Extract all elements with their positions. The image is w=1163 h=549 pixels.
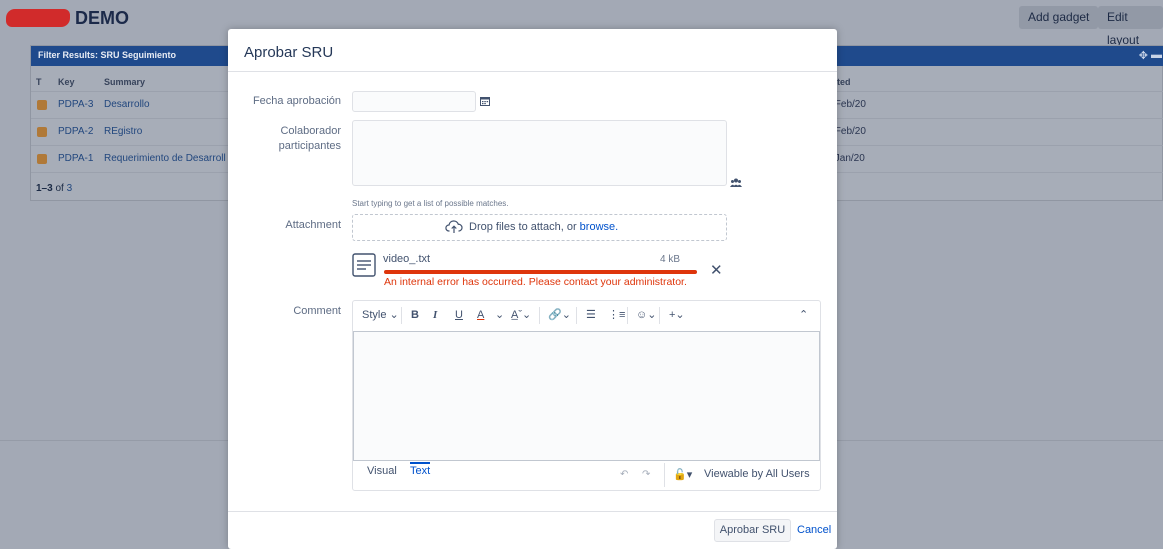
issue-summary-link[interactable]: REgistro [104, 126, 142, 137]
company-logo [6, 9, 70, 27]
dashboard-title: DEMO [75, 8, 129, 28]
upload-cloud-icon [445, 220, 463, 234]
link-icon[interactable]: 🔗⌄ [548, 308, 571, 322]
issue-updated: /Feb/20 [832, 126, 866, 137]
bold-icon[interactable]: B [411, 308, 419, 322]
fecha-aprobacion-label: Fecha aprobación [252, 95, 341, 107]
attachment-dropzone[interactable]: Drop files to attach, or browse. [352, 214, 727, 241]
issue-summary-link[interactable]: Desarrollo [104, 99, 150, 110]
remove-attachment-icon[interactable]: ✕ [710, 263, 723, 278]
colaborador-label: Colaborador participantes [278, 125, 341, 152]
emoji-icon[interactable]: ☺⌄ [636, 308, 656, 322]
results-of: of [55, 183, 64, 194]
collapse-toolbar-icon[interactable]: ⌃ [799, 308, 808, 322]
issue-key-link[interactable]: PDPA-2 [58, 126, 93, 137]
aprobar-sru-button[interactable]: Aprobar SRU [714, 519, 791, 542]
dialog-footer-divider [228, 511, 837, 512]
results-range: 1–3 [36, 183, 53, 194]
redo-icon[interactable]: ↷ [642, 469, 650, 480]
dropzone-instruction: Drop files to attach, or [469, 221, 577, 233]
numbered-list-icon[interactable]: ⋮≡ [608, 308, 625, 322]
comment-textarea[interactable] [353, 331, 820, 461]
gadget-title: Filter Results: SRU Seguimiento [38, 50, 177, 60]
comment-label: Comment [293, 305, 341, 317]
style-dropdown[interactable]: Style ⌄ [362, 308, 399, 322]
colaborador-textarea[interactable] [352, 120, 727, 186]
tab-visual[interactable]: Visual [367, 465, 397, 477]
tab-text[interactable]: Text [410, 462, 431, 477]
upload-error-message: An internal error has occurred. Please c… [384, 276, 687, 288]
italic-icon[interactable]: I [433, 308, 437, 322]
move-icon[interactable]: ✥ [1139, 49, 1148, 62]
results-total-link[interactable]: 3 [67, 183, 73, 194]
issue-updated: /Feb/20 [832, 99, 866, 110]
issue-key-link[interactable]: PDPA-1 [58, 153, 93, 164]
add-gadget-button[interactable]: Add gadget [1019, 6, 1099, 29]
toolbar-divider [539, 307, 540, 324]
style-dropdown-label: Style [362, 309, 387, 321]
editor-toolbar: Style ⌄ B I U A ⌄ A̲ˇ⌄ 🔗⌄ ☰ ⋮≡ ☺⌄ +⌄ ⌃ [353, 301, 820, 329]
results-count: 1–3 of 3 [36, 183, 72, 194]
file-icon [352, 253, 376, 277]
toolbar-divider [576, 307, 577, 324]
visibility-selector[interactable]: Viewable by All Users [704, 468, 810, 480]
edit-layout-button[interactable]: Edit layout [1098, 6, 1163, 47]
text-format-icon[interactable]: A̲ˇ⌄ [511, 308, 531, 322]
aprobar-sru-dialog: Aprobar SRU Fecha aprobación Colaborador… [228, 29, 837, 549]
fecha-aprobacion-input[interactable] [352, 91, 476, 112]
toolbar-divider [627, 307, 628, 324]
bullet-list-icon[interactable]: ☰ [586, 308, 596, 322]
browse-link[interactable]: browse. [580, 221, 619, 233]
attachment-filename: video_.txt [383, 253, 431, 265]
underline-icon[interactable]: U [455, 308, 463, 322]
issue-type-icon [37, 127, 47, 137]
dialog-header-divider [228, 71, 837, 72]
insert-more-icon[interactable]: +⌄ [669, 308, 685, 322]
issue-type-icon [37, 154, 47, 164]
undo-icon[interactable]: ↶ [620, 469, 628, 480]
dropzone-text: Drop files to attach, or browse. [469, 221, 618, 233]
toolbar-divider [664, 463, 665, 487]
issue-type-icon [37, 100, 47, 110]
gadget-menu-icon[interactable]: ▬ [1151, 49, 1162, 61]
attachment-filesize: 4 kB [660, 254, 681, 265]
issue-summary-link[interactable]: Requerimiento de Desarroll [104, 153, 226, 164]
user-picker-icon[interactable] [730, 177, 742, 189]
column-header-key[interactable]: Key [58, 77, 75, 87]
toolbar-divider [659, 307, 660, 324]
unlock-icon[interactable]: 🔓▾ [673, 468, 692, 481]
dialog-title: Aprobar SRU [244, 44, 334, 61]
attachment-label: Attachment [285, 219, 341, 231]
column-header-summary[interactable]: Summary [104, 77, 145, 87]
chevron-down-icon[interactable]: ⌄ [495, 308, 504, 322]
calendar-icon[interactable] [480, 96, 490, 106]
issue-key-link[interactable]: PDPA-3 [58, 99, 93, 110]
upload-progress-bar [384, 270, 697, 274]
text-color-icon[interactable]: A [477, 308, 484, 322]
toolbar-divider [401, 307, 402, 324]
comment-editor: Style ⌄ B I U A ⌄ A̲ˇ⌄ 🔗⌄ ☰ ⋮≡ ☺⌄ +⌄ ⌃ V… [352, 300, 821, 491]
column-header-type[interactable]: T [36, 77, 42, 87]
cancel-link[interactable]: Cancel [797, 524, 831, 536]
colaborador-hint: Start typing to get a list of possible m… [352, 199, 509, 208]
chevron-down-icon: ⌄ [386, 309, 399, 321]
